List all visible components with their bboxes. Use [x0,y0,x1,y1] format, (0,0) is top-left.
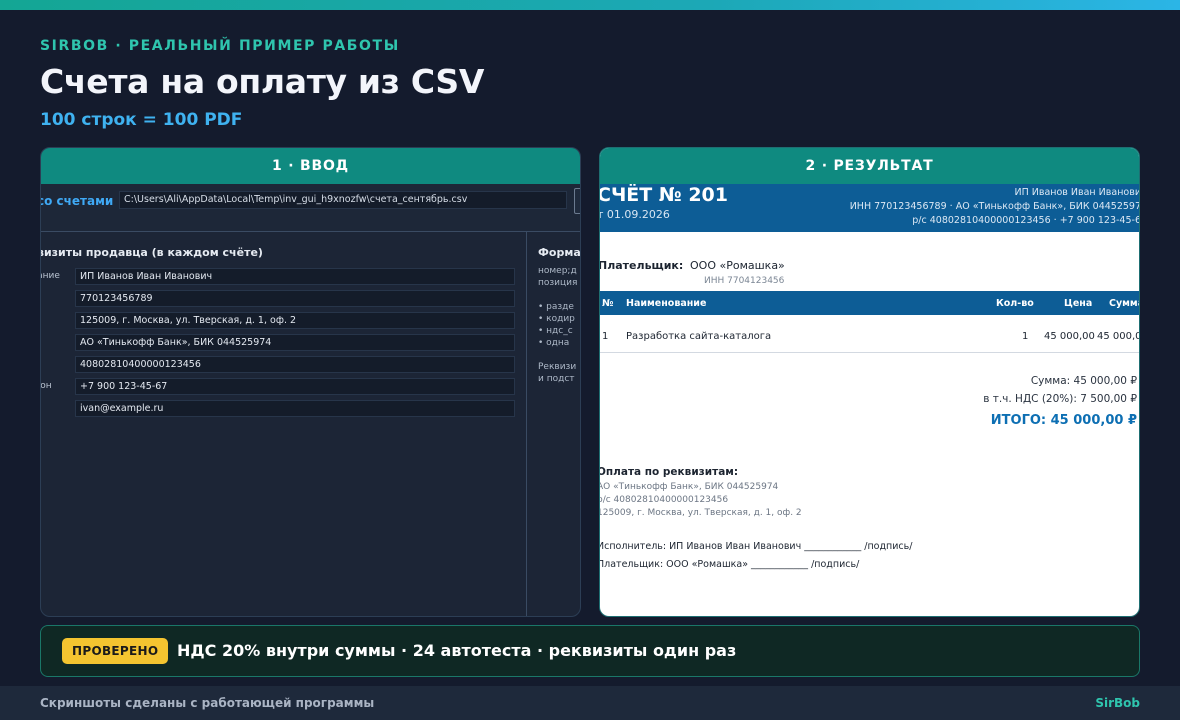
format-bullet: • одна [538,338,570,348]
col-no: № [602,298,614,309]
field-label: ес [41,315,67,325]
seller-field-account: 40802810400000123456 [41,356,527,374]
field-label: ail [41,403,67,413]
payment-line: АО «Тинькофф Банк», БИК 044525974 [600,482,779,492]
seller-bank-input[interactable]: АО «Тинькофф Банк», БИК 044525974 [75,334,515,351]
seller-phone-input[interactable]: +7 900 123-45-67 [75,378,515,395]
format-help-section: Формат номер;д позиция • разде • кодир •… [538,232,580,616]
page-title: Счета на оплату из CSV [40,62,485,101]
invoice-seller-account: р/с 40802810400000123456 · +7 900 123-45… [912,215,1139,226]
payment-line: р/с 40802810400000123456 [600,495,729,505]
col-qty: Кол-во [996,298,1034,309]
csv-path-input[interactable]: C:\Users\Ali\AppData\Local\Temp\inv_gui_… [119,191,567,209]
result-panel: 2 · РЕЗУЛЬТАТ СЧЁТ № 201 т 01.09.2026 ИП… [599,147,1140,617]
signature-executor: Исполнитель: ИП Иванов Иван Иванович ___… [600,541,913,552]
footer-brand: SirBob [1095,696,1140,710]
seller-name-input[interactable]: ИП Иванов Иван Иванович [75,268,515,285]
format-line: номер;д [538,266,577,276]
seller-field-phone: ефон +7 900 123-45-67 [41,378,527,396]
field-label: ефон [41,381,52,391]
csv-file-label: со счетами [41,194,114,208]
verified-badge: ПРОВЕРЕНО [62,638,169,664]
invoice-seller-inn: ИНН 770123456789 · АО «Тинькофф Банк», Б… [849,201,1139,212]
column-divider [526,232,527,616]
footer-caption: Скриншоты сделаны с работающей программы [40,696,375,710]
invoice-number: СЧЁТ № 201 [600,184,728,206]
seller-section-title: визиты продавца (в каждом счёте) [41,246,263,259]
col-name: Наименование [626,298,707,309]
payer-inn: ИНН 7704123456 [704,276,785,286]
invoice-seller-name: ИП Иванов Иван Иванови [1014,187,1139,198]
page-subtitle: 100 строк = 100 PDF [40,110,243,130]
payer-name: ООО «Ромашка» [690,259,785,272]
format-line: позиция [538,278,578,288]
seller-address-input[interactable]: 125009, г. Москва, ул. Тверская, д. 1, о… [75,312,515,329]
invoice-date: т 01.09.2026 [600,208,670,221]
invoice-preview: СЧЁТ № 201 т 01.09.2026 ИП Иванов Иван И… [600,184,1139,616]
seller-inn-input[interactable]: 770123456789 [75,290,515,307]
app-screenshot: со счетами C:\Users\Ali\AppData\Local\Te… [41,184,580,616]
format-bullet: • разде [538,302,574,312]
input-panel: 1 · ВВОД со счетами C:\Users\Ali\AppData… [40,147,581,617]
row-price: 45 000,00 [1044,331,1095,342]
eyebrow-label: SIRBOB · РЕАЛЬНЫЙ ПРИМЕР РАБОТЫ [40,38,400,54]
invoice-header: СЧЁТ № 201 т 01.09.2026 ИП Иванов Иван И… [600,184,1139,232]
verified-text: НДС 20% внутри суммы · 24 автотеста · ре… [177,641,737,660]
seller-details-section: визиты продавца (в каждом счёте) звание … [41,232,527,616]
seller-account-input[interactable]: 40802810400000123456 [75,356,515,373]
format-note: и подст [538,374,575,384]
total-sum: Сумма: 45 000,00 ₽ [1030,375,1137,387]
footer: Скриншоты сделаны с работающей программы… [0,686,1180,720]
seller-email-input[interactable]: ivan@example.ru [75,400,515,417]
row-qty: 1 [1022,331,1029,342]
seller-field-name: звание ИП Иванов Иван Иванович [41,268,527,286]
format-title: Формат [538,246,580,259]
format-note: Реквизи [538,362,577,372]
field-label: к [41,337,67,347]
payment-title: Оплата по реквизитам: [600,466,739,478]
result-panel-heading: 2 · РЕЗУЛЬТАТ [600,148,1139,184]
payment-line: 125009, г. Москва, ул. Тверская, д. 1, о… [600,508,802,518]
invoice-table-header: № Наименование Кол-во Цена Сумма [600,291,1139,315]
row-no: 1 [602,331,609,342]
seller-field-address: ес 125009, г. Москва, ул. Тверская, д. 1… [41,312,527,330]
top-accent-bar [0,0,1180,10]
field-label: звание [41,271,60,281]
table-row: 1 Разработка сайта-каталога 1 45 000,00 … [600,315,1139,353]
total-grand: ИТОГО: 45 000,00 ₽ [990,413,1137,428]
seller-field-inn: Н 770123456789 [41,290,527,308]
input-panel-heading: 1 · ВВОД [41,148,580,184]
csv-file-bar: со счетами C:\Users\Ali\AppData\Local\Te… [41,184,580,232]
signature-payer: Плательщик: ООО «Ромашка» ____________ /… [600,559,860,570]
browse-button[interactable] [574,188,580,214]
payer-label: Плательщик: [600,259,684,272]
total-vat: в т.ч. НДС (20%): 7 500,00 ₽ [983,393,1137,405]
verified-banner: ПРОВЕРЕНО НДС 20% внутри суммы · 24 авто… [40,625,1140,677]
col-sum: Сумма [1109,298,1139,309]
format-bullet: • ндс_с [538,326,573,336]
field-label: Н [41,293,67,303]
col-price: Цена [1064,298,1093,309]
row-sum: 45 000,00 [1097,331,1139,342]
seller-field-bank: к АО «Тинькофф Банк», БИК 044525974 [41,334,527,352]
seller-field-email: ail ivan@example.ru [41,400,527,418]
format-bullet: • кодир [538,314,575,324]
row-name: Разработка сайта-каталога [626,331,772,342]
